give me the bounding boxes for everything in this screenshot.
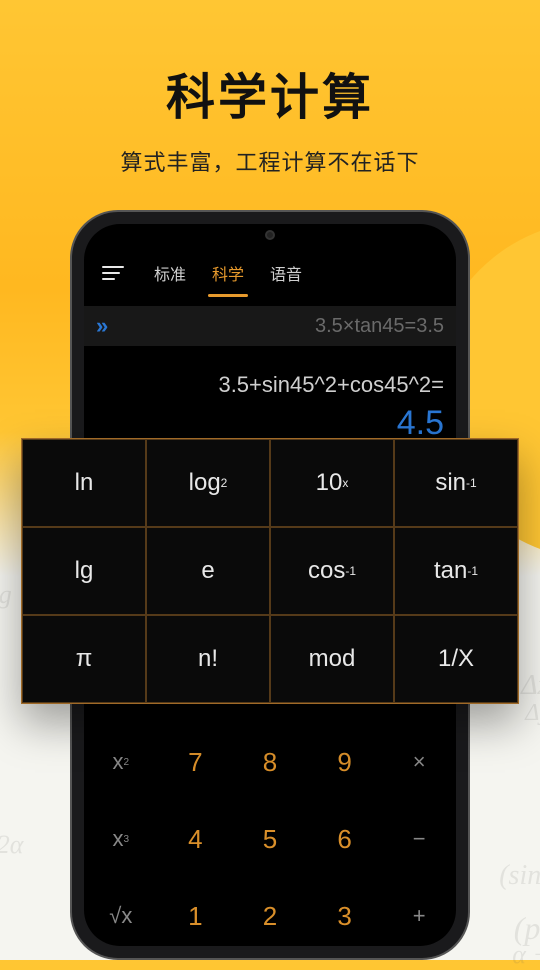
key-asin[interactable]: sin-1 <box>394 439 518 527</box>
key-2[interactable]: 2 <box>233 878 307 946</box>
scientific-panel: ln log2 10x sin-1 lg e cos-1 tan-1 π n! … <box>21 438 519 704</box>
key-3[interactable]: 3 <box>308 878 382 946</box>
hero-subtitle: 算式丰富，工程计算不在话下 <box>0 145 540 177</box>
key-acos[interactable]: cos-1 <box>270 527 394 615</box>
camera-notch <box>265 230 275 240</box>
key-atan[interactable]: tan-1 <box>394 527 518 615</box>
key-sqrt[interactable]: √x <box>84 878 158 946</box>
menu-icon[interactable] <box>102 262 124 284</box>
history-expression: 3.5×tan45=3.5 <box>112 315 444 338</box>
key-5[interactable]: 5 <box>233 801 307 877</box>
key-lg[interactable]: lg <box>22 527 146 615</box>
key-1[interactable]: 1 <box>159 878 233 946</box>
tab-standard[interactable]: 标准 <box>152 261 188 285</box>
key-10x[interactable]: 10x <box>270 439 394 527</box>
key-4[interactable]: 4 <box>159 801 233 877</box>
tab-scientific[interactable]: 科学 <box>210 261 246 285</box>
expression-area: 3.5+sin45^2+cos45^2= 4.5 <box>84 372 456 443</box>
key-x-squared[interactable]: x2 <box>84 724 158 800</box>
key-minus[interactable]: − <box>382 801 456 877</box>
hero-title: 科学计算 <box>0 58 540 129</box>
key-7[interactable]: 7 <box>159 724 233 800</box>
key-multiply[interactable]: × <box>382 724 456 800</box>
tab-voice[interactable]: 语音 <box>268 261 304 285</box>
key-ln[interactable]: ln <box>22 439 146 527</box>
history-row[interactable]: » 3.5×tan45=3.5 <box>84 306 456 346</box>
current-expression: 3.5+sin45^2+cos45^2= <box>96 372 444 398</box>
key-e[interactable]: e <box>146 527 270 615</box>
key-reciprocal[interactable]: 1/X <box>394 615 518 703</box>
key-pi[interactable]: π <box>22 615 146 703</box>
key-factorial[interactable]: n! <box>146 615 270 703</box>
key-log2[interactable]: log2 <box>146 439 270 527</box>
numeric-keypad: x2 7 8 9 × x3 4 5 6 − √x 1 2 3 + <box>84 724 456 946</box>
tab-bar: 标准 科学 语音 <box>84 250 456 296</box>
hero-section: 科学计算 算式丰富，工程计算不在话下 <box>0 0 540 177</box>
history-expand-icon[interactable]: » <box>96 313 100 339</box>
key-plus[interactable]: + <box>382 878 456 946</box>
key-8[interactable]: 8 <box>233 724 307 800</box>
key-6[interactable]: 6 <box>308 801 382 877</box>
key-9[interactable]: 9 <box>308 724 382 800</box>
key-x-cubed[interactable]: x3 <box>84 801 158 877</box>
key-mod[interactable]: mod <box>270 615 394 703</box>
